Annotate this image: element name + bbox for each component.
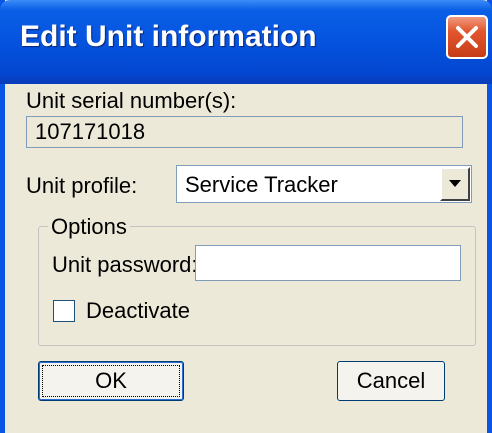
serial-number-label: Unit serial number(s): <box>26 88 237 113</box>
unit-password-label: Unit password: <box>52 252 198 277</box>
chevron-down-icon <box>449 180 461 187</box>
deactivate-label[interactable]: Deactivate <box>86 298 190 324</box>
ok-button[interactable]: OK <box>38 361 184 401</box>
close-icon <box>456 26 478 48</box>
cancel-button[interactable]: Cancel <box>337 361 445 401</box>
dropdown-button[interactable] <box>440 167 470 201</box>
options-legend: Options <box>48 214 130 240</box>
deactivate-checkbox[interactable] <box>53 300 75 322</box>
title-bar[interactable]: Edit Unit information <box>0 0 492 84</box>
unit-profile-value: Service Tracker <box>185 172 338 197</box>
serial-number-field: 107171018 <box>26 116 463 148</box>
close-button[interactable] <box>446 15 488 59</box>
options-groupbox <box>38 226 476 346</box>
unit-profile-label: Unit profile: <box>26 173 138 198</box>
dialog-title: Edit Unit information <box>20 20 317 53</box>
unit-password-input[interactable] <box>195 245 461 281</box>
unit-profile-select[interactable]: Service Tracker <box>176 165 472 203</box>
